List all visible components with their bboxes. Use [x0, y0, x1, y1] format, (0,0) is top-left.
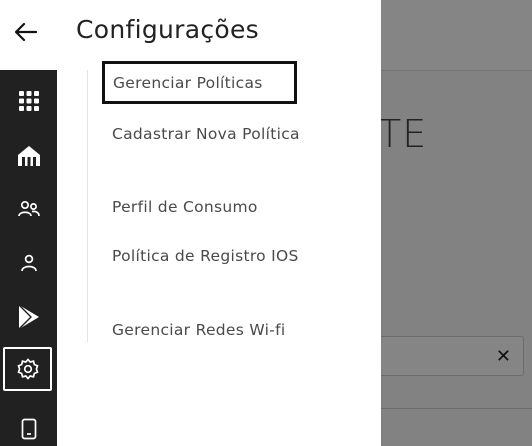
user-icon — [20, 254, 37, 272]
rail-item-buildings[interactable] — [0, 132, 57, 178]
settings-gear-icon — [16, 358, 39, 380]
users-icon — [17, 200, 40, 217]
rail-item-settings[interactable] — [3, 347, 52, 391]
arrow-left-icon — [15, 23, 37, 41]
drawer-header: Configurações — [0, 0, 381, 70]
drawer-title: Configurações — [76, 15, 260, 44]
rail-item-apps[interactable] — [0, 78, 57, 124]
menu-divider-line — [87, 70, 88, 342]
navigation-rail — [0, 70, 57, 446]
menu-item-perfil-de-consumo[interactable]: Perfil de Consumo — [112, 195, 302, 219]
rail-item-device[interactable] — [0, 406, 57, 446]
menu-item-gerenciar-politicas[interactable]: Gerenciar Políticas — [102, 61, 297, 104]
rail-item-users[interactable] — [0, 186, 57, 232]
menu-item-gerenciar-redes-wifi[interactable]: Gerenciar Redes Wi-fi — [112, 318, 302, 342]
apps-grid-icon — [18, 91, 39, 111]
device-icon — [21, 418, 36, 440]
menu-item-cadastrar-nova-politica[interactable]: Cadastrar Nova Política — [112, 122, 302, 146]
play-store-icon — [18, 304, 39, 330]
rail-item-play-store[interactable] — [0, 294, 57, 340]
menu-item-politica-de-registro-ios[interactable]: Política de Registro IOS — [112, 244, 302, 268]
building-icon — [17, 146, 40, 166]
rail-item-user[interactable] — [0, 240, 57, 286]
back-button[interactable] — [10, 16, 42, 48]
